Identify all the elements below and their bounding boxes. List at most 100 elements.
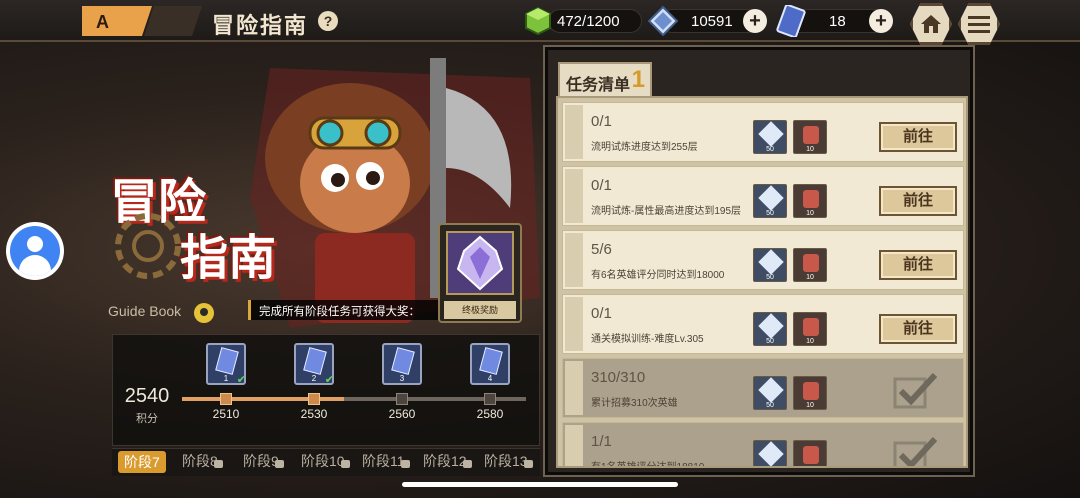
reward-diamond-icon: 50 — [753, 440, 787, 468]
milestone-ticket-reward[interactable]: 3 — [382, 343, 422, 385]
milestone-value: 2580 — [476, 407, 504, 421]
reward-diamond-count: 50 — [766, 338, 774, 345]
reward-bag-count: 10 — [806, 338, 814, 345]
gear-emblem-icon — [115, 213, 181, 279]
milestone-node — [396, 393, 408, 405]
stamina-counter: 472/1200 — [548, 9, 642, 33]
stage-tab-label: 阶段9 — [243, 453, 279, 469]
lock-icon — [400, 460, 410, 468]
task-description: 流明试炼-属性最高进度达到195层 — [591, 206, 742, 217]
milestone-ticket-reward[interactable]: 1 ✔ — [206, 343, 246, 386]
home-indicator[interactable] — [402, 482, 678, 487]
game-logo: A — [82, 6, 202, 36]
task-row: 1/1 有1名英雄评分达到18810 50 10 — [562, 422, 964, 468]
task-description: 流明试炼进度达到255层 — [591, 142, 698, 153]
ticket-icon — [215, 347, 239, 375]
stage-tab[interactable]: 阶段11 — [362, 451, 410, 473]
menu-button[interactable] — [958, 3, 1000, 45]
task-row-ornament — [565, 169, 583, 223]
lock-icon — [523, 460, 533, 468]
prize-crystal-icon — [446, 231, 514, 295]
milestone-ticket-reward[interactable]: 2 ✔ — [294, 343, 334, 386]
bag-shape — [803, 382, 819, 400]
tab-task-list[interactable]: 任务清单 1 — [558, 62, 652, 98]
claimed-check-icon: ✔ — [236, 374, 246, 386]
score-value: 2540 — [124, 385, 170, 407]
diamond-shape — [758, 377, 784, 403]
mascot-icon — [194, 303, 214, 323]
task-progress: 5/6 — [591, 241, 612, 258]
claimed-check-icon: ✔ — [324, 374, 334, 386]
claimed-check-icon — [893, 371, 939, 409]
ticket-count: 4 — [487, 374, 493, 383]
go-button[interactable]: 前往 — [879, 122, 957, 152]
task-row: 310/310 累计招募310次英雄 50 10 — [562, 358, 964, 418]
reward-diamond-count: 50 — [754, 466, 786, 468]
reward-bag-icon: 10 — [793, 440, 827, 466]
task-row-ornament — [565, 425, 583, 466]
help-button[interactable]: ? — [318, 11, 338, 31]
stage-tab[interactable]: 阶段12 — [423, 451, 472, 473]
reward-bag-count: 10 — [806, 402, 814, 409]
bag-shape — [803, 126, 819, 144]
reward-diamond-icon: 50 — [753, 184, 787, 218]
task-row: 0/1 通关模拟训练-难度Lv.305 50 10 前往 — [562, 294, 964, 354]
lock-icon — [213, 460, 223, 468]
stage-tab[interactable]: 阶段9 — [243, 451, 284, 473]
score-label: 积分 — [136, 413, 158, 425]
stage-tab-label: 阶段7 — [124, 454, 160, 470]
go-button[interactable]: 前往 — [879, 314, 957, 344]
stage-tab[interactable]: 阶段13 — [484, 451, 533, 473]
reward-diamond-count: 50 — [766, 210, 774, 217]
diamond-shape — [758, 249, 784, 275]
milestone-value: 2530 — [300, 407, 328, 421]
bag-shape — [803, 446, 819, 464]
go-button[interactable]: 前往 — [879, 186, 957, 216]
task-progress: 310/310 — [591, 369, 646, 386]
home-icon — [921, 15, 941, 33]
tab-task-list-number: 1 — [631, 66, 645, 93]
score-progress-track — [182, 397, 526, 401]
stage-tab-label: 阶段8 — [182, 453, 218, 469]
ticket-icon — [479, 347, 503, 375]
ticket-icon — [391, 347, 415, 375]
lock-icon — [274, 460, 284, 468]
stage-tab[interactable]: 阶段10 — [301, 451, 350, 473]
milestone-value: 2560 — [388, 407, 416, 421]
stage-tab[interactable]: 阶段7 — [118, 451, 166, 473]
home-button[interactable] — [910, 3, 952, 45]
stage-tab[interactable]: 阶段8 — [182, 451, 223, 473]
ticket-value: 18 — [829, 13, 846, 30]
task-progress: 0/1 — [591, 305, 612, 322]
reward-diamond-count: 50 — [766, 402, 774, 409]
hero-title-line-2: 指南 — [180, 232, 277, 285]
task-description: 有1名英雄评分达到18810 — [591, 462, 705, 468]
diamond-shape — [758, 185, 784, 211]
diamond-shape — [758, 313, 784, 339]
reward-bag-icon: 10 — [793, 312, 827, 346]
task-list[interactable]: 0/1 流明试炼进度达到255层 50 10 前往 0/1 流明试炼-属性最高进度达到195… — [556, 96, 968, 468]
add-diamond-button[interactable]: + — [743, 9, 767, 33]
stamina-value: 472/1200 — [557, 13, 620, 30]
svg-text:A: A — [96, 12, 109, 32]
go-button[interactable]: 前往 — [879, 250, 957, 280]
task-row-ornament — [565, 233, 583, 287]
recruit-ticket-icon — [776, 5, 806, 37]
reward-bag-icon: 10 — [793, 120, 827, 154]
user-avatar-icon — [10, 226, 60, 276]
reward-diamond-icon: 50 — [753, 376, 787, 410]
reward-diamond-icon: 50 — [753, 248, 787, 282]
diamond-value: 10591 — [691, 13, 733, 30]
add-ticket-button[interactable]: + — [869, 9, 893, 33]
ticket-icon — [303, 347, 327, 375]
claimed-check-icon — [893, 435, 939, 466]
user-avatar-button[interactable] — [6, 222, 64, 280]
task-row: 0/1 流明试炼进度达到255层 50 10 前往 — [562, 102, 964, 162]
grand-prize-box[interactable]: 终极奖励 — [438, 223, 522, 323]
menu-icon — [968, 16, 990, 33]
task-row-ornament — [565, 297, 583, 351]
task-row-ornament — [565, 105, 583, 159]
milestone-ticket-reward[interactable]: 4 — [470, 343, 510, 385]
diamond-shape — [758, 121, 784, 147]
reward-bag-icon: 10 — [793, 248, 827, 282]
